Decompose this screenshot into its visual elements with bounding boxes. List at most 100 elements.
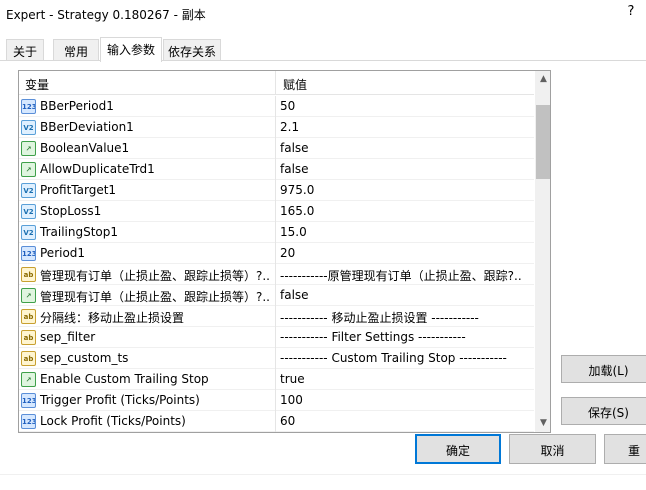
parameter-name-cell[interactable]: ↗ AllowDuplicateTrd1 xyxy=(19,159,276,180)
grid-header: 变量 赋值 xyxy=(19,71,534,95)
integer-type-icon: 123 xyxy=(21,99,36,114)
table-row[interactable]: 123 BBerPeriod1 50 xyxy=(19,96,534,117)
parameter-value-cell[interactable]: false xyxy=(277,285,534,306)
table-row[interactable]: ab sep_custom_ts ----------- Custom Traili… xyxy=(19,348,534,369)
scrollbar-thumb[interactable] xyxy=(536,105,550,179)
table-row[interactable]: V2 BBerDeviation1 2.1 xyxy=(19,117,534,138)
table-row[interactable]: ab 管理现有订单（止损止盈、跟踪止损等）?.. -----------原管理现有订… xyxy=(19,264,534,285)
parameter-name-cell[interactable]: ab sep_custom_ts xyxy=(19,348,276,369)
parameter-value-cell[interactable]: 20 xyxy=(277,243,534,264)
string-type-icon: ab xyxy=(21,330,36,345)
table-row[interactable]: V2 ProfitTarget1 975.0 xyxy=(19,180,534,201)
cancel-button[interactable]: 取消 xyxy=(509,434,596,464)
parameter-name-cell[interactable]: V2 TrailingStop1 xyxy=(19,222,276,243)
column-header-variable[interactable]: 变量 xyxy=(19,71,276,95)
boolean-type-icon: ↗ xyxy=(21,162,36,177)
string-type-icon: ab xyxy=(21,351,36,366)
expert-properties-dialog: Expert - Strategy 0.180267 - 副本 ? 关于 常用 … xyxy=(0,0,646,490)
table-row[interactable]: ↗ Enable Custom Trailing Stop true xyxy=(19,369,534,390)
window-title: Expert - Strategy 0.180267 - 副本 xyxy=(6,8,206,22)
boolean-type-icon: ↗ xyxy=(21,141,36,156)
ok-button[interactable]: 确定 xyxy=(415,434,501,464)
parameter-name-cell[interactable]: ab 分隔线：移动止盈止损设置 xyxy=(19,306,276,327)
tab-inputs[interactable]: 输入参数 xyxy=(100,37,162,62)
parameter-name-cell[interactable]: 123 Period1 xyxy=(19,243,276,264)
tab-about[interactable]: 关于 xyxy=(6,39,44,61)
integer-type-icon: 123 xyxy=(21,393,36,408)
table-row[interactable]: 123 Lock Profit (Ticks/Points) 60 xyxy=(19,411,534,432)
parameter-name-cell[interactable]: ↗ Enable Custom Trailing Stop xyxy=(19,369,276,390)
load-button[interactable]: 加载(L) xyxy=(561,355,646,383)
parameter-value-cell[interactable]: false xyxy=(277,159,534,180)
parameter-value-cell[interactable]: true xyxy=(277,369,534,390)
save-button[interactable]: 保存(S) xyxy=(561,397,646,425)
parameter-name-cell[interactable]: V2 StopLoss1 xyxy=(19,201,276,222)
tab-dependencies[interactable]: 依存关系 xyxy=(163,39,221,61)
parameter-name: StopLoss1 xyxy=(40,204,102,218)
integer-type-icon: 123 xyxy=(21,246,36,261)
scroll-down-arrow-icon[interactable]: ▼ xyxy=(535,415,550,432)
boolean-type-icon: ↗ xyxy=(21,288,36,303)
parameter-name-cell[interactable]: ↗ 管理现有订单（止损止盈、跟踪止损等）?.. xyxy=(19,285,276,306)
parameter-name: Trigger Profit (Ticks/Points) xyxy=(40,393,200,407)
parameter-value-cell[interactable]: false xyxy=(277,138,534,159)
tab-common[interactable]: 常用 xyxy=(53,39,99,61)
reset-button[interactable]: 重 xyxy=(604,434,646,464)
parameter-value-cell[interactable]: ----------- 移动止盈止损设置 ----------- xyxy=(277,306,534,327)
double-type-icon: V2 xyxy=(21,225,36,240)
double-type-icon: V2 xyxy=(21,120,36,135)
table-row[interactable]: 123 Trigger Profit (Ticks/Points) 100 xyxy=(19,390,534,411)
table-row[interactable]: ↗ BooleanValue1 false xyxy=(19,138,534,159)
parameter-name: AllowDuplicateTrd1 xyxy=(40,162,155,176)
table-row[interactable]: V2 StopLoss1 165.0 xyxy=(19,201,534,222)
parameter-name-cell[interactable]: V2 ProfitTarget1 xyxy=(19,180,276,201)
parameter-value-cell[interactable]: 50 xyxy=(277,96,534,117)
parameter-name: BBerPeriod1 xyxy=(40,99,114,113)
table-row[interactable]: ab 分隔线：移动止盈止损设置 ----------- 移动止盈止损设置 -----… xyxy=(19,306,534,327)
integer-type-icon: 123 xyxy=(21,414,36,429)
table-row[interactable]: ↗ AllowDuplicateTrd1 false xyxy=(19,159,534,180)
table-row[interactable]: 123 Period1 20 xyxy=(19,243,534,264)
parameter-value-cell[interactable]: 975.0 xyxy=(277,180,534,201)
parameter-value-cell[interactable]: ----------- Filter Settings ----------- xyxy=(277,327,534,348)
tab-strip: 关于 常用 输入参数 依存关系 xyxy=(0,37,646,62)
parameter-name-cell[interactable]: 123 Lock Profit (Ticks/Points) xyxy=(19,411,276,432)
parameter-name: BooleanValue1 xyxy=(40,141,130,155)
table-row[interactable]: ↗ 管理现有订单（止损止盈、跟踪止损等）?.. false xyxy=(19,285,534,306)
parameter-name-cell[interactable]: 123 BBerPeriod1 xyxy=(19,96,276,117)
boolean-type-icon: ↗ xyxy=(21,372,36,387)
parameter-value-cell[interactable]: 15.0 xyxy=(277,222,534,243)
parameter-value-cell[interactable]: 100 xyxy=(277,390,534,411)
parameter-name-cell[interactable]: V2 BBerDeviation1 xyxy=(19,117,276,138)
double-type-icon: V2 xyxy=(21,183,36,198)
parameter-name-cell[interactable]: ab sep_filter xyxy=(19,327,276,348)
parameter-name: sep_custom_ts xyxy=(40,351,129,365)
parameter-name: TrailingStop1 xyxy=(40,225,118,239)
parameter-name-cell[interactable]: ab 管理现有订单（止损止盈、跟踪止损等）?.. xyxy=(19,264,276,285)
parameter-name-cell[interactable]: ↗ BooleanValue1 xyxy=(19,138,276,159)
parameter-name: ProfitTarget1 xyxy=(40,183,117,197)
parameter-value-cell[interactable]: 60 xyxy=(277,411,534,432)
table-row[interactable]: V2 TrailingStop1 15.0 xyxy=(19,222,534,243)
column-header-value[interactable]: 赋值 xyxy=(277,71,534,95)
parameter-name: 管理现有订单（止损止盈、跟踪止损等）?.. xyxy=(40,290,270,304)
string-type-icon: ab xyxy=(21,267,36,282)
parameters-grid[interactable]: 变量 赋值 123 BBerPeriod1 50 V2 BBerDeviation1 2.… xyxy=(18,70,551,433)
parameter-name: Enable Custom Trailing Stop xyxy=(40,372,209,386)
bottom-divider xyxy=(0,474,646,475)
parameter-name: sep_filter xyxy=(40,330,96,344)
parameter-name-cell[interactable]: 123 Trigger Profit (Ticks/Points) xyxy=(19,390,276,411)
grid-rows: 123 BBerPeriod1 50 V2 BBerDeviation1 2.1 ↗ Bool… xyxy=(19,96,534,432)
double-type-icon: V2 xyxy=(21,204,36,219)
parameter-value-cell[interactable]: 2.1 xyxy=(277,117,534,138)
string-type-icon: ab xyxy=(21,309,36,324)
help-button[interactable]: ? xyxy=(622,4,640,24)
vertical-scrollbar[interactable]: ▲ ▼ xyxy=(535,71,550,432)
parameter-name: Lock Profit (Ticks/Points) xyxy=(40,414,186,428)
title-bar: Expert - Strategy 0.180267 - 副本 ? xyxy=(0,0,646,30)
parameter-value-cell[interactable]: ----------- Custom Trailing Stop -------… xyxy=(277,348,534,369)
table-row[interactable]: ab sep_filter ----------- Filter Settings … xyxy=(19,327,534,348)
scroll-up-arrow-icon[interactable]: ▲ xyxy=(535,71,550,88)
parameter-value-cell[interactable]: 165.0 xyxy=(277,201,534,222)
parameter-value-cell[interactable]: -----------原管理现有订单（止损止盈、跟踪?.. xyxy=(277,264,534,285)
